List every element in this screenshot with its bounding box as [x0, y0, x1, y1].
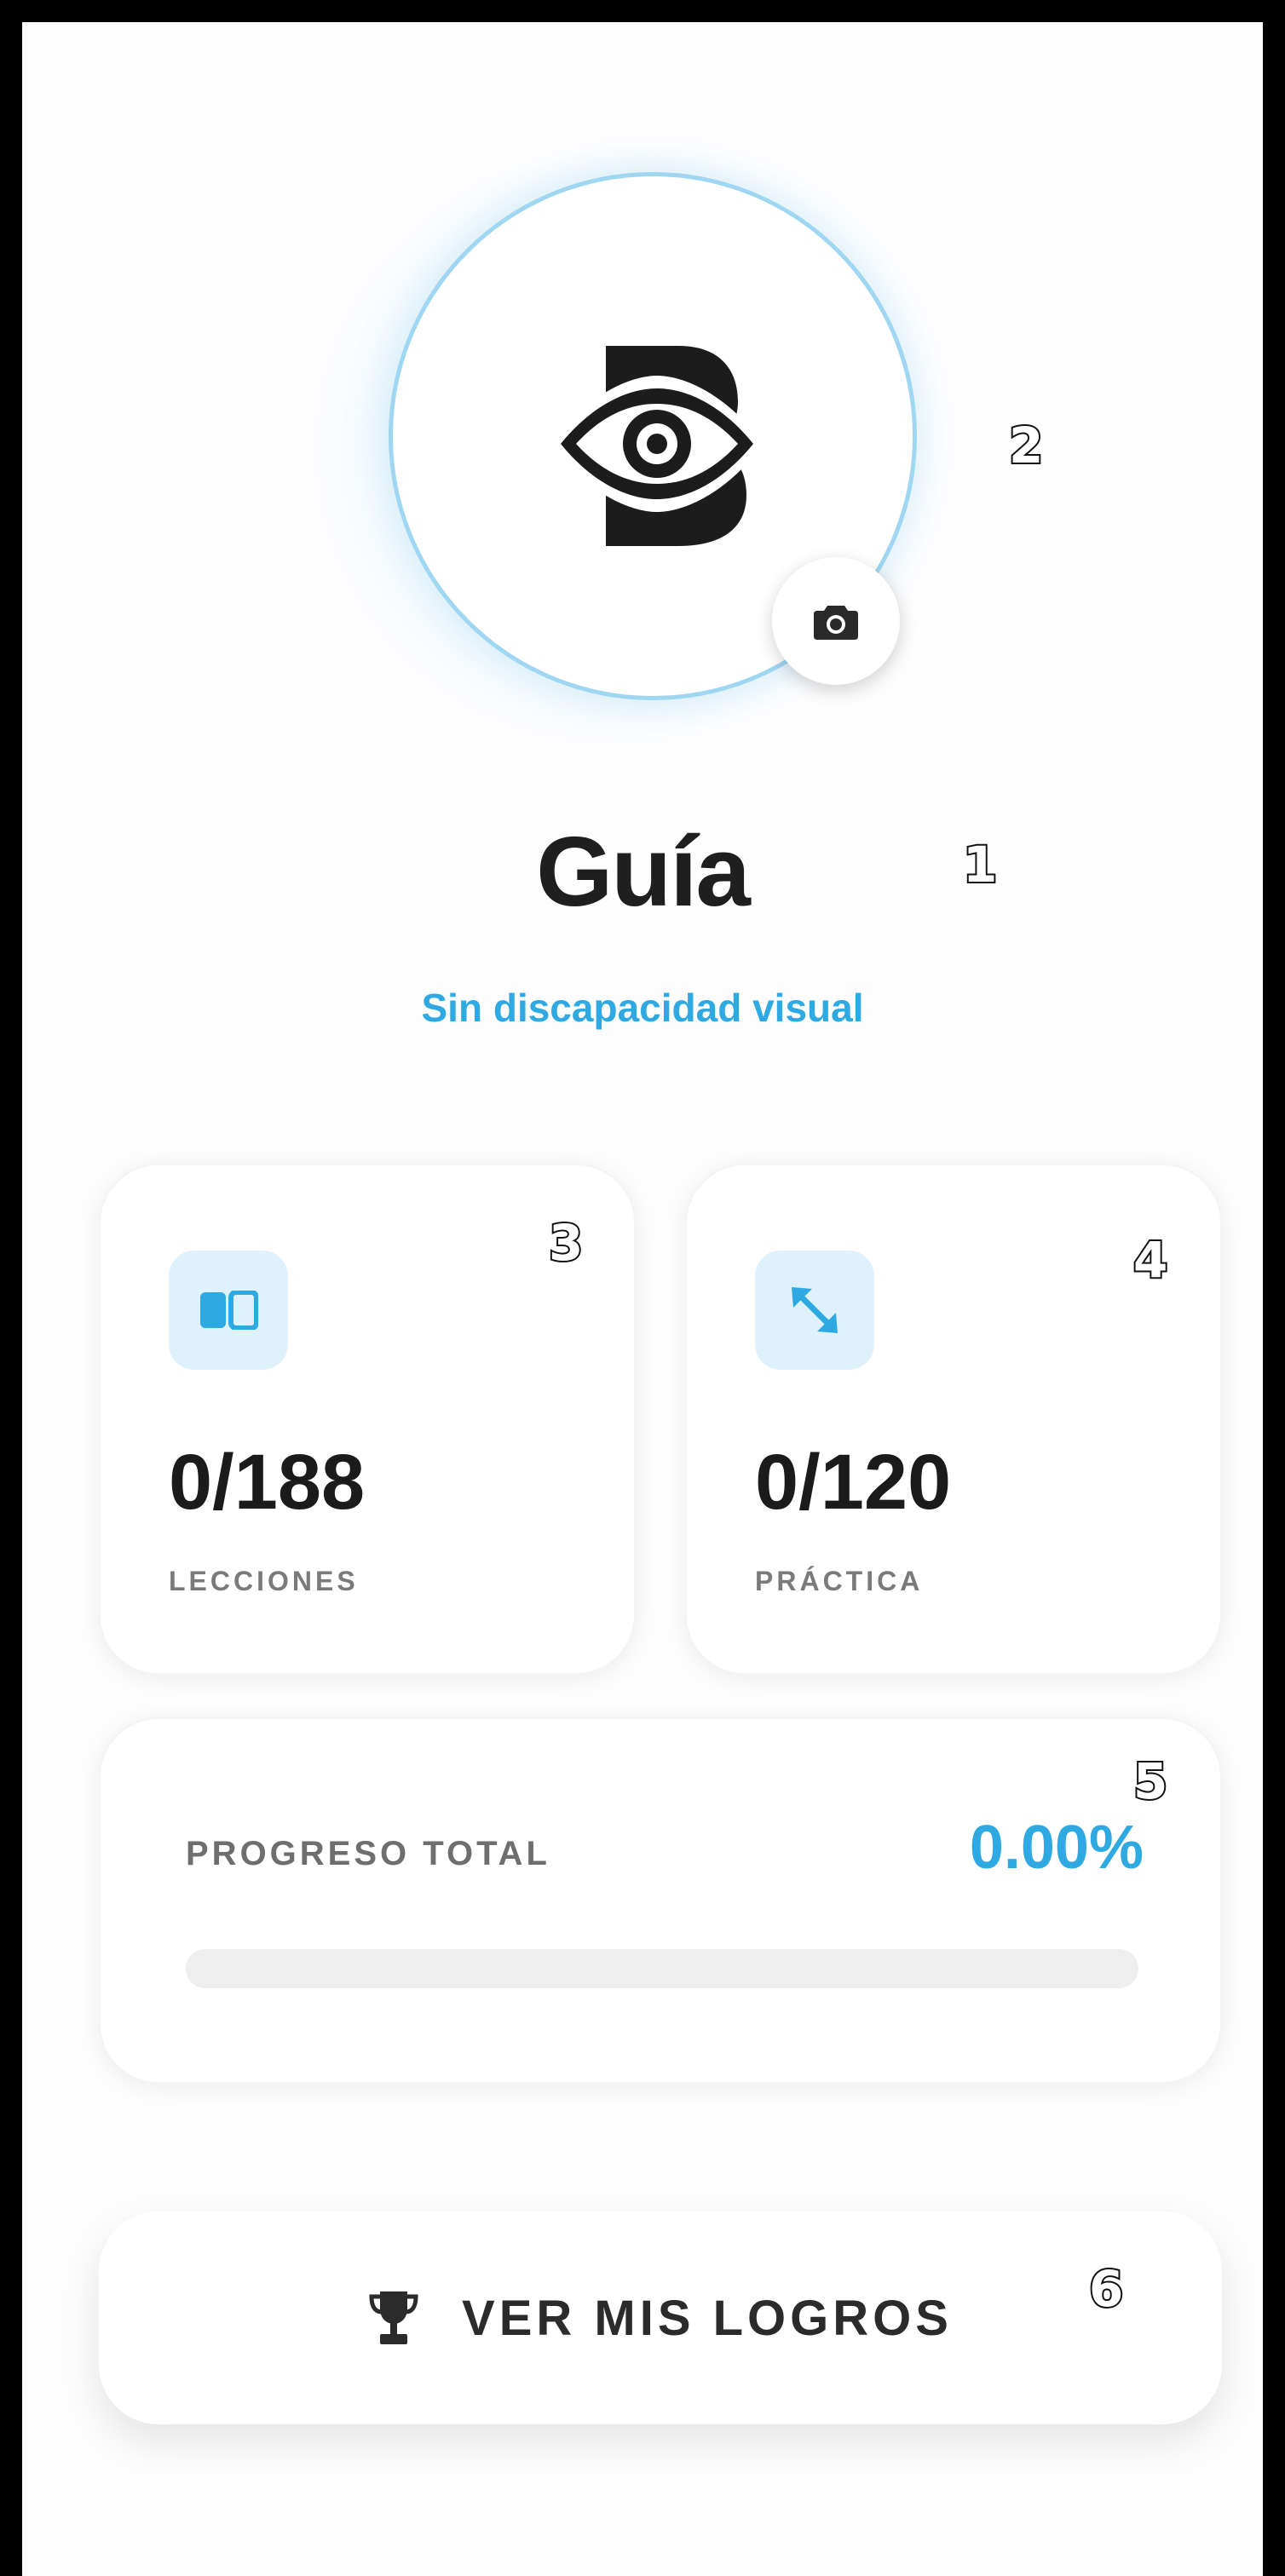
- annotation-marker-5: 5: [1132, 1752, 1169, 1810]
- practice-icon-box: [755, 1251, 874, 1370]
- book-icon: [200, 1291, 258, 1330]
- annotation-marker-4: 4: [1132, 1231, 1169, 1289]
- profile-screen: Guía Sin discapacidad visual 0/188 LECCI…: [22, 22, 1263, 2576]
- annotation-marker-1: 1: [961, 836, 999, 894]
- progress-value: 0.00%: [969, 1814, 1144, 1882]
- lessons-value: 0/188: [169, 1439, 366, 1526]
- progress-label: PROGRESO TOTAL: [186, 1835, 550, 1872]
- view-achievements-label: VER MIS LOGROS: [462, 2290, 953, 2346]
- practice-label: PRÁCTICA: [755, 1566, 924, 1596]
- annotation-marker-2: 2: [1007, 417, 1045, 474]
- camera-icon: [814, 606, 858, 640]
- annotation-marker-3: 3: [547, 1214, 585, 1272]
- expand-arrows-icon: [792, 1287, 838, 1333]
- profile-name: Guía: [536, 816, 751, 927]
- annotation-marker-6: 6: [1087, 2260, 1125, 2318]
- lessons-icon-box: [169, 1251, 288, 1370]
- progress-bar: [186, 1949, 1138, 1988]
- change-photo-button[interactable]: [772, 557, 900, 685]
- total-progress-card: PROGRESO TOTAL 0.00%: [99, 1717, 1222, 2084]
- practice-value: 0/120: [755, 1439, 952, 1526]
- view-achievements-button[interactable]: VER MIS LOGROS: [99, 2211, 1222, 2424]
- trophy-icon: [369, 2291, 418, 2344]
- eye-logo-icon: [550, 346, 764, 546]
- profile-subtitle: Sin discapacidad visual: [421, 986, 864, 1030]
- lessons-label: LECCIONES: [169, 1566, 359, 1596]
